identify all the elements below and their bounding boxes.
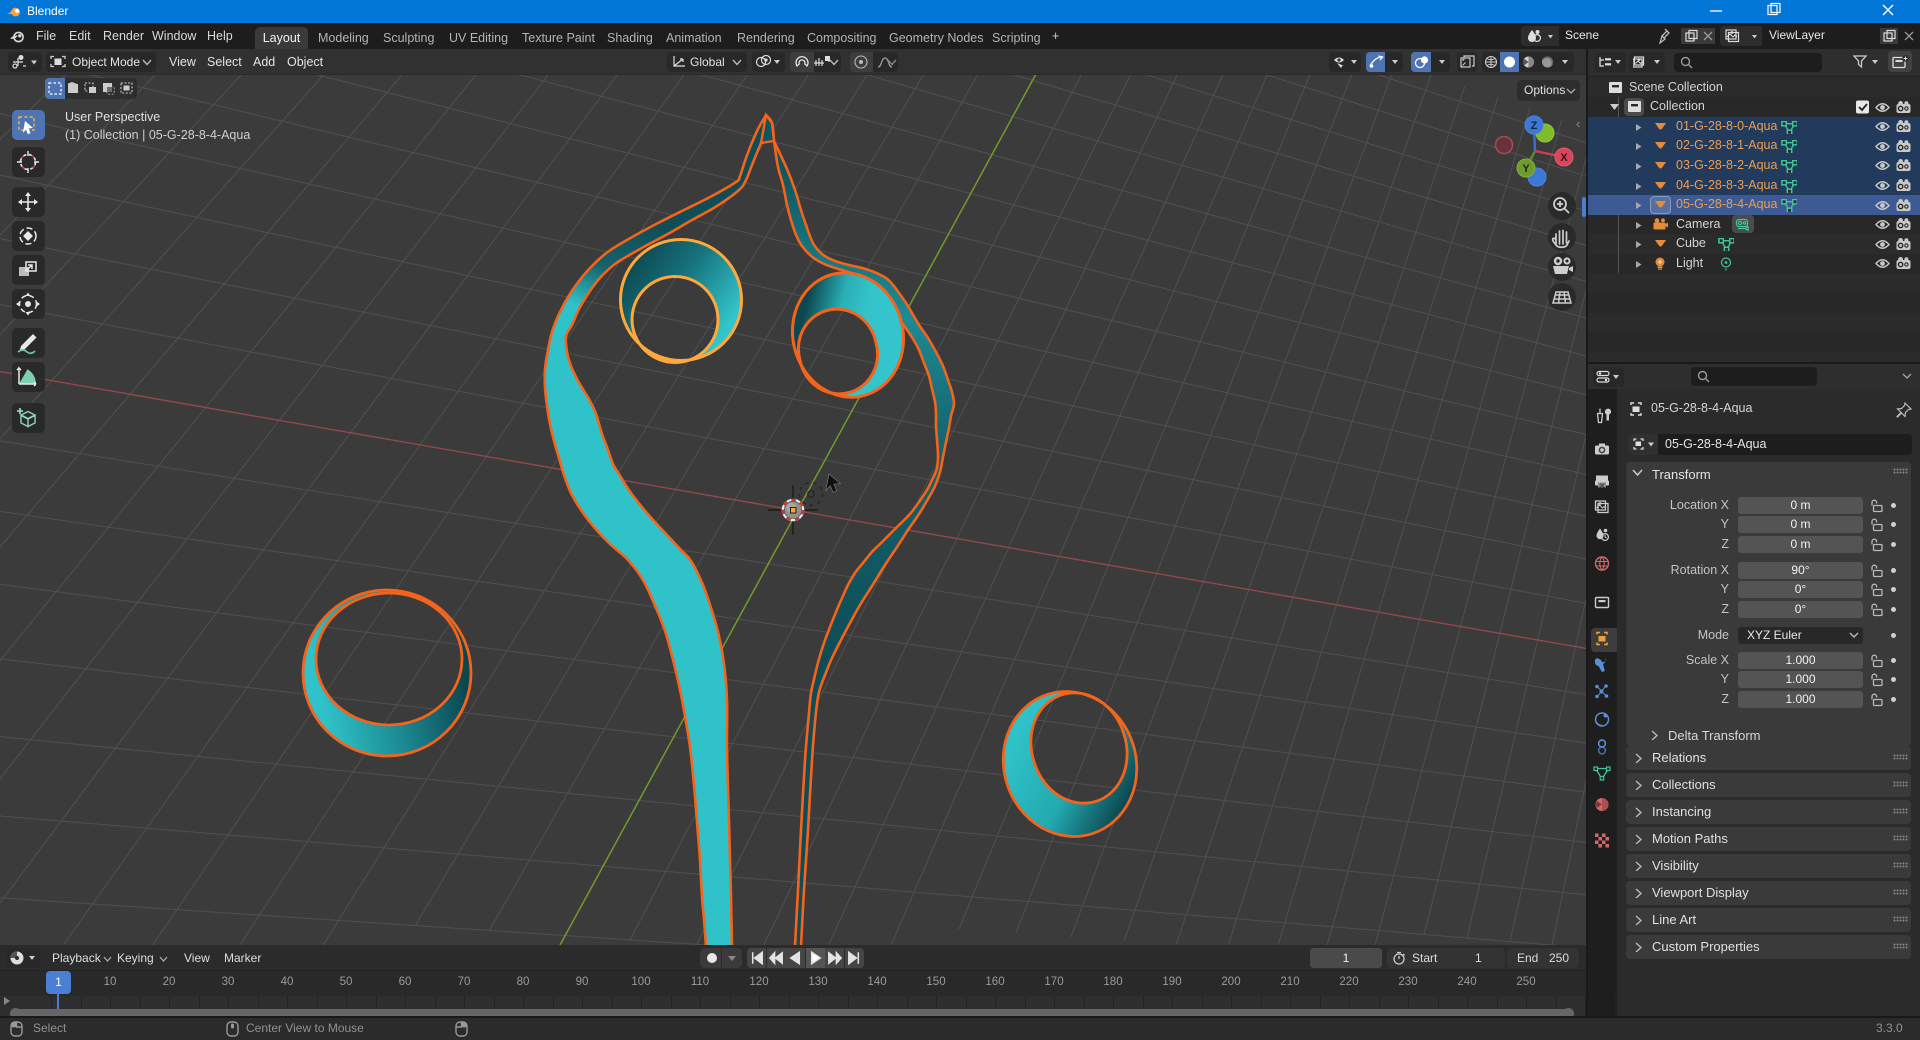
svg-text:X: X [1560, 152, 1568, 164]
svg-text:Y: Y [1522, 163, 1530, 175]
svg-text:Z: Z [1531, 120, 1538, 132]
